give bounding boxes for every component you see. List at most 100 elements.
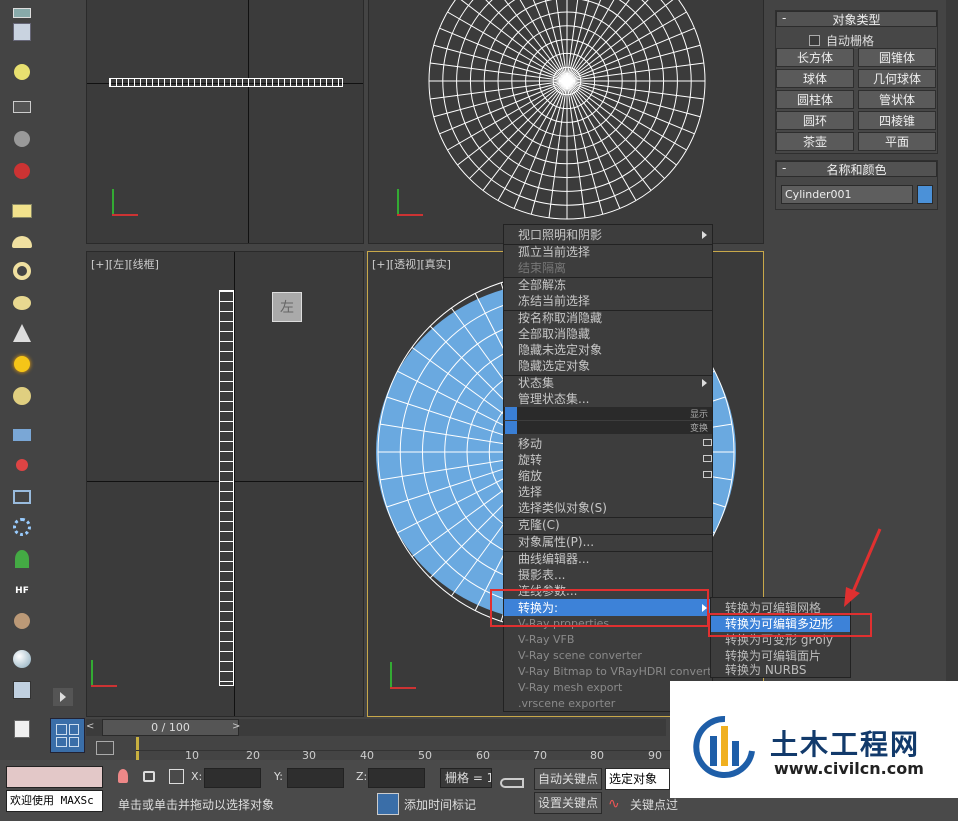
viewport-layout-button[interactable] xyxy=(50,718,85,753)
menu-curve-editor[interactable]: 曲线编辑器... xyxy=(518,551,589,567)
menu-viewport-lighting[interactable]: 视口照明和阴影 xyxy=(518,227,602,243)
menu-object-properties[interactable]: 对象属性(P)... xyxy=(518,534,594,550)
maxscript-listener[interactable] xyxy=(6,766,103,788)
cylinder-button[interactable]: 圆柱体 xyxy=(776,90,854,109)
key-filters-button[interactable]: 关键点过 xyxy=(630,796,678,813)
menu-vray-mesh-export[interactable]: V-Ray mesh export xyxy=(518,680,622,696)
envelope-icon[interactable] xyxy=(9,484,35,510)
z-coordinate-field[interactable] xyxy=(368,768,425,788)
torus-icon[interactable] xyxy=(9,258,35,284)
y-coordinate-field[interactable] xyxy=(287,768,344,788)
sphere-icon[interactable] xyxy=(9,383,35,409)
autogrid-checkbox[interactable]: 自动栅格 xyxy=(809,32,874,49)
particles-icon[interactable] xyxy=(9,422,35,448)
panel-scrollbar[interactable] xyxy=(946,0,958,740)
menu-manage-state-sets[interactable]: 管理状态集... xyxy=(518,391,589,407)
key-mode-dropdown[interactable]: 选定对象 xyxy=(605,768,670,790)
menu-clone[interactable]: 克隆(C) xyxy=(518,517,560,533)
fur-icon[interactable] xyxy=(9,608,35,634)
add-time-tag[interactable]: 添加时间标记 xyxy=(404,796,476,813)
menu-isolate[interactable]: 孤立当前选择 xyxy=(518,244,590,260)
menu-vray-vfb[interactable]: V-Ray VFB xyxy=(518,632,574,648)
menu-freeze-selection[interactable]: 冻结当前选择 xyxy=(518,293,590,309)
light-icon[interactable] xyxy=(9,59,35,85)
pyramid-button[interactable]: 四棱锥 xyxy=(858,111,936,130)
time-slider-thumb[interactable]: 0 / 100 xyxy=(102,719,239,736)
filter-icon[interactable] xyxy=(96,741,114,755)
x-coordinate-field[interactable] xyxy=(204,768,261,788)
menu-vray-scene-converter[interactable]: V-Ray scene converter xyxy=(518,648,642,664)
hemisphere-icon[interactable] xyxy=(9,229,35,255)
box-button[interactable]: 长方体 xyxy=(776,48,854,67)
menu-dope-sheet[interactable]: 摄影表... xyxy=(518,567,565,583)
box-icon[interactable] xyxy=(9,198,35,224)
menu-scale[interactable]: 缩放 xyxy=(518,468,542,484)
settings-box-icon[interactable] xyxy=(703,471,712,478)
menu-vray-bitmap-converter[interactable]: V-Ray Bitmap to VRayHDRI converter xyxy=(518,664,723,680)
menu-hide-unselected[interactable]: 隐藏未选定对象 xyxy=(518,342,602,358)
viewport-left[interactable]: [+][左][线框] 左 xyxy=(86,251,364,717)
spacewarp-icon[interactable] xyxy=(9,158,35,184)
script-icon[interactable] xyxy=(9,716,35,742)
gear-icon[interactable] xyxy=(9,514,35,540)
menu-rotate[interactable]: 旋转 xyxy=(518,452,542,468)
settings-box-icon[interactable] xyxy=(703,439,712,446)
menu-move[interactable]: 移动 xyxy=(518,436,542,452)
absolute-mode-icon[interactable] xyxy=(169,769,184,784)
menu-hide-selected[interactable]: 隐藏选定对象 xyxy=(518,358,590,374)
torus-button[interactable]: 圆环 xyxy=(776,111,854,130)
lock-icon[interactable] xyxy=(143,771,155,782)
auto-key-button[interactable]: 自动关键点 xyxy=(534,768,602,790)
viewport-top-left[interactable] xyxy=(86,0,364,244)
time-slider-next[interactable]: > xyxy=(232,721,240,732)
cone-icon[interactable] xyxy=(9,320,35,346)
geosphere-button[interactable]: 几何球体 xyxy=(858,69,936,88)
sphere-button[interactable]: 球体 xyxy=(776,69,854,88)
hair-icon[interactable]: HF xyxy=(9,578,35,604)
camera-icon[interactable] xyxy=(9,94,35,120)
menu-end-isolate[interactable]: 结束隔离 xyxy=(518,260,566,276)
helper-icon[interactable] xyxy=(9,126,35,152)
convert-nurbs[interactable]: 转换为 NURBS xyxy=(725,662,807,678)
prompt-line: 单击或单击并拖动以选择对象 xyxy=(118,798,275,812)
key-icon[interactable] xyxy=(500,778,524,788)
menu-unhide-all[interactable]: 全部取消隐藏 xyxy=(518,326,590,342)
viewport-top-right[interactable] xyxy=(368,0,764,244)
teapot-button[interactable]: 茶壶 xyxy=(776,132,854,151)
time-slider-bar[interactable]: < 0 / 100 > xyxy=(86,719,666,736)
white-sphere-icon[interactable] xyxy=(9,646,35,672)
cylinder-front-wireframe xyxy=(109,78,343,87)
material-icon[interactable] xyxy=(9,677,35,703)
annotation-box-poly xyxy=(708,613,872,637)
curve-icon[interactable]: ∿ xyxy=(608,796,620,812)
viewcube[interactable]: 左 xyxy=(272,292,302,322)
object-color-swatch[interactable] xyxy=(917,185,933,204)
track-bar[interactable]: 10 20 30 40 50 60 70 80 90 xyxy=(90,737,670,762)
settings-box-icon[interactable] xyxy=(703,455,712,462)
z-label: Z: xyxy=(356,770,368,783)
object-type-header[interactable]: - 对象类型 xyxy=(776,11,937,27)
teapot-icon[interactable] xyxy=(9,290,35,316)
maxscript-mini-listener[interactable]: 欢迎使用 MAXSc xyxy=(6,790,103,812)
molecule-icon[interactable] xyxy=(9,452,35,478)
set-key-button[interactable]: 设置关键点 xyxy=(534,792,602,814)
menu-state-sets[interactable]: 状态集 xyxy=(518,375,554,391)
tube-button[interactable]: 管状体 xyxy=(858,90,936,109)
list-icon[interactable] xyxy=(9,19,35,45)
sun-icon[interactable] xyxy=(9,351,35,377)
expand-arrow-button[interactable] xyxy=(53,688,73,706)
menu-select[interactable]: 选择 xyxy=(518,484,542,500)
name-color-header[interactable]: - 名称和颜色 xyxy=(776,161,937,177)
viewport-left-label[interactable]: [+][左][线框] xyxy=(91,256,159,272)
menu-select-similar[interactable]: 选择类似对象(S) xyxy=(518,500,607,516)
time-slider-prev[interactable]: < xyxy=(86,721,94,732)
selection-lock-toggle[interactable] xyxy=(377,793,399,815)
menu-unhide-by-name[interactable]: 按名称取消隐藏 xyxy=(518,310,602,326)
object-name-field[interactable]: Cylinder001 xyxy=(781,185,913,204)
menu-unfreeze-all[interactable]: 全部解冻 xyxy=(518,277,566,293)
lightbulb-icon[interactable] xyxy=(118,769,128,783)
plane-button[interactable]: 平面 xyxy=(858,132,936,151)
menu-vrscene-exporter[interactable]: .vrscene exporter xyxy=(518,696,615,712)
cone-button[interactable]: 圆锥体 xyxy=(858,48,936,67)
plant-icon[interactable] xyxy=(9,546,35,572)
